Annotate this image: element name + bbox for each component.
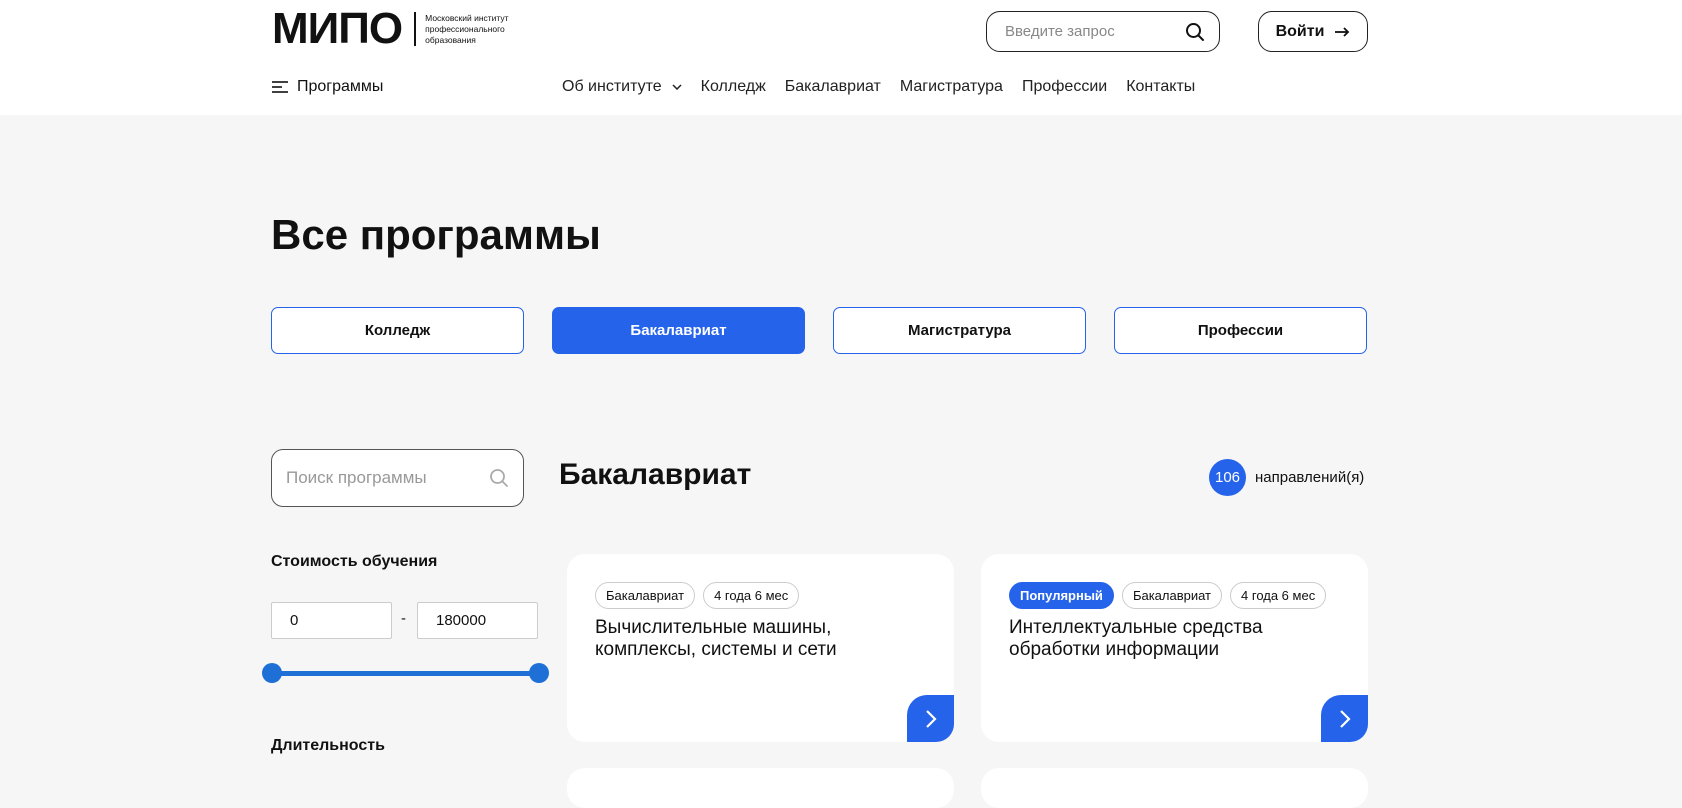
program-card[interactable] [567,768,954,808]
price-slider-min-handle[interactable] [262,663,282,683]
card-open-button[interactable] [1321,695,1368,742]
count-label: направлений(я) [1255,469,1365,486]
tag-popular: Популярный [1009,582,1114,609]
main-nav: Об институте Колледж Бакалавриат Магистр… [562,78,1195,96]
price-slider-max-handle[interactable] [529,663,549,683]
nav-label: Контакты [1126,78,1196,95]
login-button[interactable]: Войти [1258,11,1368,52]
tab-college[interactable]: Колледж [271,307,524,354]
tab-master[interactable]: Магистратура [833,307,1086,354]
programs-menu-button[interactable]: Программы [272,78,383,96]
tag-duration: 4 года 6 мес [1230,582,1327,609]
tab-bachelor[interactable]: Бакалавриат [552,307,805,354]
count-badge: 106 [1209,459,1246,496]
nav-label: Профессии [1021,78,1108,95]
header-search-input[interactable] [1005,23,1175,40]
card-title: Интеллектуальные средства обработки инфо… [1009,617,1263,660]
search-icon[interactable] [1185,22,1205,42]
chevron-right-icon [925,709,937,728]
nav-item-contacts[interactable]: Контакты [1126,78,1195,96]
price-from-input[interactable]: 0 [271,602,392,639]
nav-item-college[interactable]: Колледж [701,78,766,96]
nav-label: Колледж [700,78,766,95]
logo-caption: Московский институт профессионального об… [425,12,509,45]
nav-item-bachelor[interactable]: Бакалавриат [785,78,881,96]
header-search [986,11,1220,52]
program-search-input[interactable] [286,468,476,488]
cost-filter-title: Стоимость обучения [271,553,438,570]
card-title: Вычислительные машины, комплексы, систем… [595,617,837,660]
tag-level: Бакалавриат [1121,582,1223,609]
program-card[interactable]: Популярный Бакалавриат 4 года 6 мес Инте… [981,554,1368,742]
chevron-right-icon [1339,709,1351,728]
chevron-down-icon [672,84,682,90]
arrow-right-icon [1335,26,1350,37]
page-title: Все программы [271,211,601,258]
duration-filter-title: Длительность [271,737,385,754]
menu-icon [272,81,288,93]
card-tags: Бакалавриат 4 года 6 мес [595,582,800,609]
program-card[interactable] [981,768,1368,808]
logo-mark: МИПО [272,4,403,53]
program-search [271,449,524,507]
nav-label: Бакалавриат [784,78,881,95]
program-card[interactable]: Бакалавриат 4 года 6 мес Вычислительные … [567,554,954,742]
program-tabs: Колледж Бакалавриат Магистратура Професс… [271,307,1367,354]
price-separator: - [401,610,406,627]
programs-menu-label: Программы [297,78,384,95]
results-count: 106 направлений(я) [1209,459,1364,496]
search-icon[interactable] [489,468,509,488]
nav-item-master[interactable]: Магистратура [900,78,1003,96]
nav-item-professions[interactable]: Профессии [1022,78,1107,96]
nav-label: Магистратура [899,78,1003,95]
tab-professions[interactable]: Профессии [1114,307,1367,354]
site-header: МИПО Московский институт профессионально… [0,0,1682,115]
price-to-input[interactable]: 180000 [417,602,538,639]
nav-label: Об институте [562,78,662,95]
nav-item-about[interactable]: Об институте [562,78,682,96]
logo[interactable]: МИПО Московский институт профессионально… [272,4,535,53]
card-open-button[interactable] [907,695,954,742]
login-label: Войти [1275,22,1325,40]
tag-duration: 4 года 6 мес [703,582,800,609]
logo-divider [414,12,417,46]
price-slider-track[interactable] [271,671,539,676]
section-title: Бакалавриат [559,458,752,491]
card-tags: Популярный Бакалавриат 4 года 6 мес [1009,582,1327,609]
tag-level: Бакалавриат [595,582,696,609]
